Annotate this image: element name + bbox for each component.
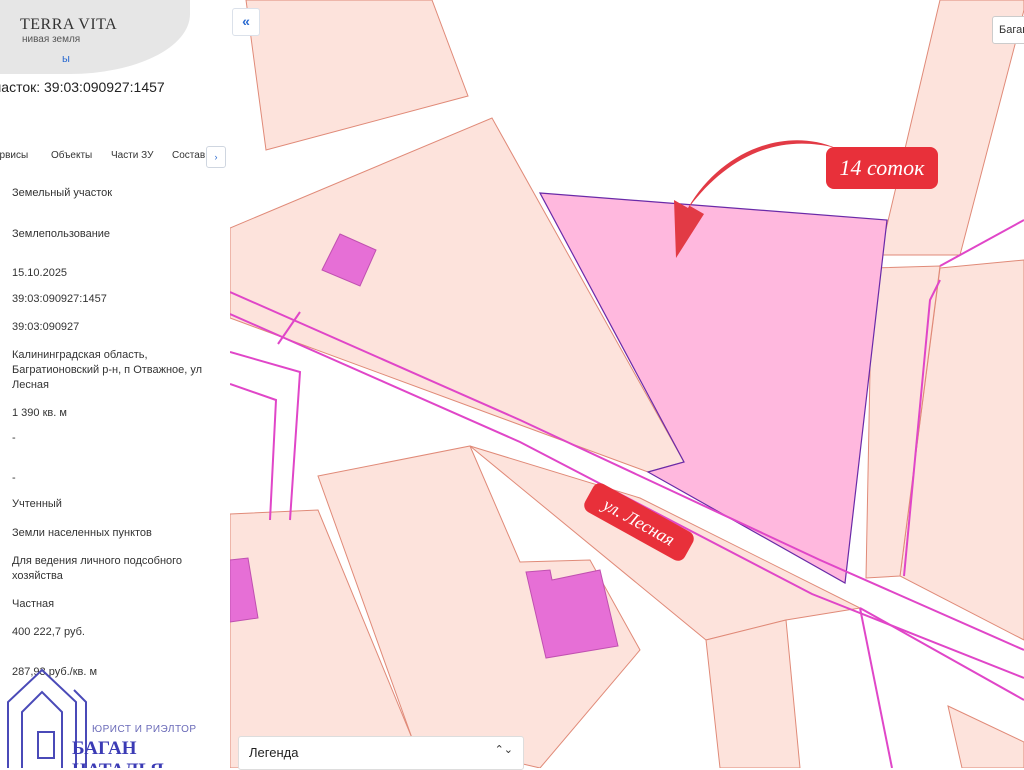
property-category: Земли населенных пунктов (12, 527, 152, 539)
cadastral-map[interactable] (230, 0, 1024, 768)
parcel-bottom-far-right (705, 619, 801, 768)
road-line-5 (230, 383, 278, 521)
property-status: Учтенный (12, 498, 62, 510)
property-ownership: Частная (12, 598, 55, 610)
property-cadastral-value: 400 222,7 руб. (12, 626, 85, 638)
road-line-3 (230, 351, 302, 521)
property-date: 15.10.2025 (12, 267, 68, 279)
search-input[interactable]: Баган (992, 16, 1024, 44)
property-address: Калининградская область, Багратионовский… (12, 349, 203, 391)
property-area: 1 390 кв. м (12, 407, 67, 419)
tab-bar: ервисы Объекты Части ЗУ Состав (0, 150, 230, 166)
property-quarter: 39:03:090927 (12, 321, 80, 333)
legend-dropdown[interactable]: Легенда ⌃⌄ (238, 736, 524, 770)
tab-composition[interactable]: Состав (172, 150, 205, 161)
parcel-top-left (245, 0, 469, 151)
map-canvas[interactable] (230, 0, 1024, 768)
tab-objects[interactable]: Объекты (51, 150, 92, 161)
road-line-8 (859, 607, 893, 768)
back-link[interactable]: ы (62, 53, 70, 65)
property-permitted-use: Для ведения личного подсобного хозяйства (12, 555, 183, 582)
property-empty-1: - (12, 432, 16, 444)
watermark-role: ЮРИСТ И РИЭЛТОР (92, 724, 197, 735)
area-annotation: 14 соток (826, 147, 938, 189)
parcel-title: часток: 39:03:090927:1457 (0, 79, 165, 95)
watermark-name: БАГАН НАТАЛЬЯ (72, 738, 164, 768)
property-type: Земельный участок (12, 187, 113, 199)
logo-subtitle: нивая земля (22, 34, 81, 45)
property-empty-2: - (12, 472, 16, 484)
logo-title: TERRA VITA (20, 16, 118, 33)
tab-scroll-right-button[interactable]: › (206, 146, 226, 168)
info-panel: TERRA VITA нивая земля ы часток: 39:03:0… (0, 0, 230, 768)
chevron-up-down-icon: ⌃⌄ (494, 744, 513, 756)
tab-parts[interactable]: Части ЗУ (111, 150, 153, 161)
property-cadastral-number: 39:03:090927:1457 (12, 293, 107, 305)
parcel-corner (947, 705, 1024, 768)
collapse-panel-button[interactable]: « (232, 8, 260, 36)
tab-services[interactable]: ервисы (0, 150, 28, 161)
legend-label: Легенда (249, 745, 299, 760)
property-kind: Землепользование (12, 228, 111, 240)
